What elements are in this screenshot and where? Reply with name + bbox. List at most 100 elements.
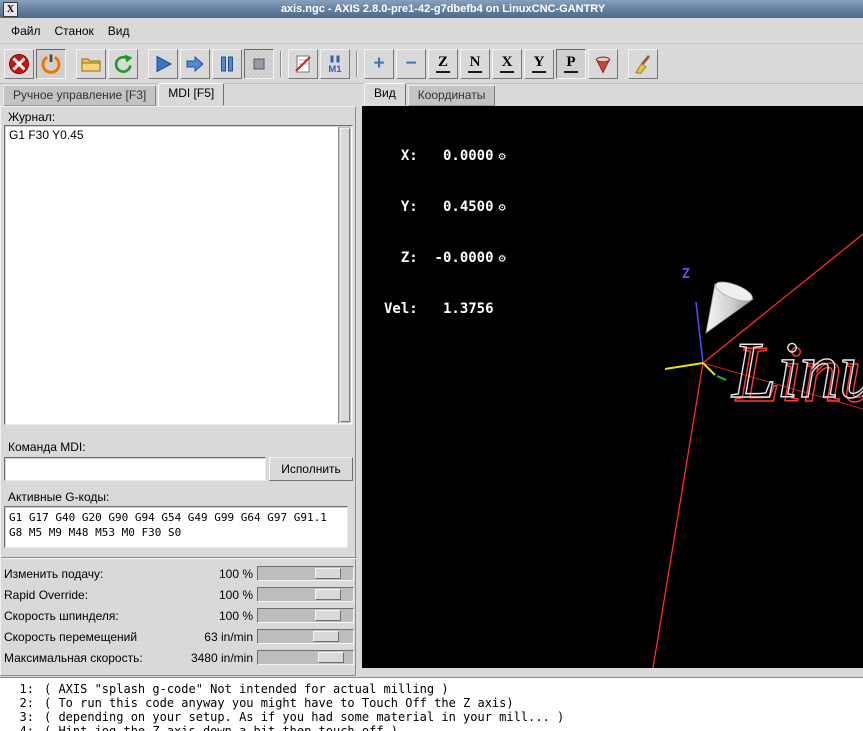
reload-button[interactable]	[108, 49, 138, 79]
view-z-button[interactable]: Z	[428, 49, 458, 79]
slider-thumb[interactable]	[315, 610, 341, 621]
estop-button[interactable]	[4, 49, 34, 79]
pause-button[interactable]	[212, 49, 242, 79]
feed-override-slider[interactable]	[257, 566, 354, 581]
dro-row-vel: Vel:1.3756	[384, 301, 506, 318]
history-scrollbar[interactable]	[338, 127, 351, 423]
execute-button[interactable]: Исполнить	[269, 457, 353, 481]
jog-speed-value: 63 in/min	[204, 630, 257, 644]
rapid-override-slider[interactable]	[257, 587, 354, 602]
gcode-listing[interactable]: 1: ( AXIS "splash g-code" Not intended f…	[0, 677, 863, 731]
stop-icon	[248, 53, 270, 75]
spindle-override-row: Скорость шпинделя: 100 %	[1, 605, 357, 626]
line-text: ( Hint jog the Z axis down a bit then to…	[44, 724, 398, 731]
z-axis-label: Z	[682, 267, 690, 282]
listing-line[interactable]: 4: ( Hint jog the Z axis down a bit then…	[0, 724, 863, 731]
mdi-input[interactable]	[4, 457, 266, 481]
skip-lines-icon	[292, 53, 314, 75]
spindle-override-value: 100 %	[219, 609, 257, 623]
dro-vel-label: Vel:	[384, 301, 418, 318]
max-velocity-value: 3480 in/min	[191, 651, 257, 665]
jog-speed-row: Скорость перемещений 63 in/min	[1, 626, 357, 647]
run-button[interactable]	[148, 49, 178, 79]
step-button[interactable]	[180, 49, 210, 79]
max-velocity-row: Максимальная скорость: 3480 in/min	[1, 647, 357, 668]
slider-thumb[interactable]	[315, 589, 341, 600]
mdi-history[interactable]: G1 F30 Y0.45	[4, 125, 353, 425]
tab-dro[interactable]: Координаты	[408, 85, 496, 106]
dro-x-label: X:	[384, 148, 418, 165]
active-gcodes-line: G1 G17 G40 G20 G90 G94 G54 G49 G99 G64 G…	[9, 510, 343, 525]
toolbar-separator	[356, 51, 358, 77]
line-number: 1:	[0, 682, 34, 696]
listing-line[interactable]: 3: ( depending on your setup. As if you …	[0, 710, 863, 724]
left-tabstrip: Ручное управление [F3] MDI [F5]	[3, 83, 226, 106]
x-axis-line	[665, 363, 703, 369]
menu-machine[interactable]: Станок	[48, 21, 101, 41]
menu-file[interactable]: Файл	[4, 21, 48, 41]
machine-power-button[interactable]	[36, 49, 66, 79]
feed-override-value: 100 %	[219, 567, 257, 581]
rapid-override-label: Rapid Override:	[4, 588, 88, 602]
jog-speed-label: Скорость перемещений	[4, 630, 137, 644]
x11-logo: X	[7, 4, 14, 15]
menu-bar: Файл Станок Вид	[0, 18, 863, 44]
clear-plot-button[interactable]	[628, 49, 658, 79]
view-z-rotated-button[interactable]: N	[460, 49, 490, 79]
open-file-button[interactable]	[76, 49, 106, 79]
panel-separator	[1, 557, 357, 559]
step-arrow-icon	[184, 53, 206, 75]
dro-vel-value: 1.3756	[418, 301, 494, 318]
rapid-override-value: 100 %	[219, 588, 257, 602]
spindle-override-slider[interactable]	[257, 608, 354, 623]
jog-speed-slider[interactable]	[257, 629, 354, 644]
view-perspective-button[interactable]: P	[556, 49, 586, 79]
line-number: 2:	[0, 696, 34, 710]
zoom-out-button[interactable]: −	[396, 49, 426, 79]
dro-x-value: 0.0000	[418, 148, 494, 165]
optional-stop-icon: M1	[324, 53, 346, 75]
active-gcodes-line: G8 M5 M9 M48 M53 M0 F30 S0	[9, 525, 343, 540]
feed-override-label: Изменить подачу:	[4, 567, 103, 581]
preview-tabstrip: Вид Координаты	[364, 83, 497, 106]
view-z-icon: Z	[436, 55, 450, 73]
axis-tick-green	[717, 376, 726, 380]
slider-thumb[interactable]	[313, 631, 339, 642]
skip-lines-button[interactable]	[288, 49, 318, 79]
tab-manual-control[interactable]: Ручное управление [F3]	[3, 85, 156, 106]
max-velocity-slider[interactable]	[257, 650, 354, 665]
dro-row-z: Z:-0.0000⚙	[384, 250, 506, 267]
tool-cone	[706, 278, 755, 333]
view-y-button[interactable]: Y	[524, 49, 554, 79]
zoom-in-button[interactable]: +	[364, 49, 394, 79]
optional-stop-button[interactable]: M1	[320, 49, 350, 79]
estop-icon	[8, 53, 30, 75]
pause-icon	[216, 53, 238, 75]
history-scrollbar-thumb[interactable]	[340, 128, 350, 422]
mdi-panel: Журнал: G1 F30 Y0.45 Команда MDI: Исполн…	[0, 106, 356, 676]
tab-mdi[interactable]: MDI [F5]	[158, 83, 224, 106]
menu-view[interactable]: Вид	[101, 21, 137, 41]
spindle-override-label: Скорость шпинделя:	[4, 609, 119, 623]
window-icon: X	[3, 2, 18, 17]
active-gcodes-label: Активные G-коды:	[8, 490, 109, 504]
line-number: 4:	[0, 724, 34, 731]
slider-thumb[interactable]	[318, 652, 344, 663]
view-perspective-icon: P	[564, 55, 577, 73]
listing-line[interactable]: 2: ( To run this code anyway you might h…	[0, 696, 863, 710]
tab-preview[interactable]: Вид	[364, 83, 406, 106]
view-x-icon: X	[500, 55, 515, 73]
override-rows: Изменить подачу: 100 % Rapid Override: 1…	[1, 563, 357, 668]
rotate-mode-button[interactable]	[588, 49, 618, 79]
listing-line[interactable]: 1: ( AXIS "splash g-code" Not intended f…	[0, 682, 863, 696]
window-titlebar[interactable]: X axis.ngc - AXIS 2.8.0-pre1-42-g7dbefb4…	[0, 0, 863, 18]
preview-canvas[interactable]: Linu Linu Z X:0.0000⚙ Y:0.4500⚙ Z:-0.000…	[362, 106, 863, 668]
view-y-icon: Y	[532, 55, 547, 73]
history-label: Журнал:	[8, 110, 55, 124]
slider-thumb[interactable]	[315, 568, 341, 579]
toolbar: M1 + − Z N X Y P	[0, 44, 863, 84]
line-number: 3:	[0, 710, 34, 724]
view-x-button[interactable]: X	[492, 49, 522, 79]
history-line[interactable]: G1 F30 Y0.45	[9, 128, 336, 143]
stop-button[interactable]	[244, 49, 274, 79]
